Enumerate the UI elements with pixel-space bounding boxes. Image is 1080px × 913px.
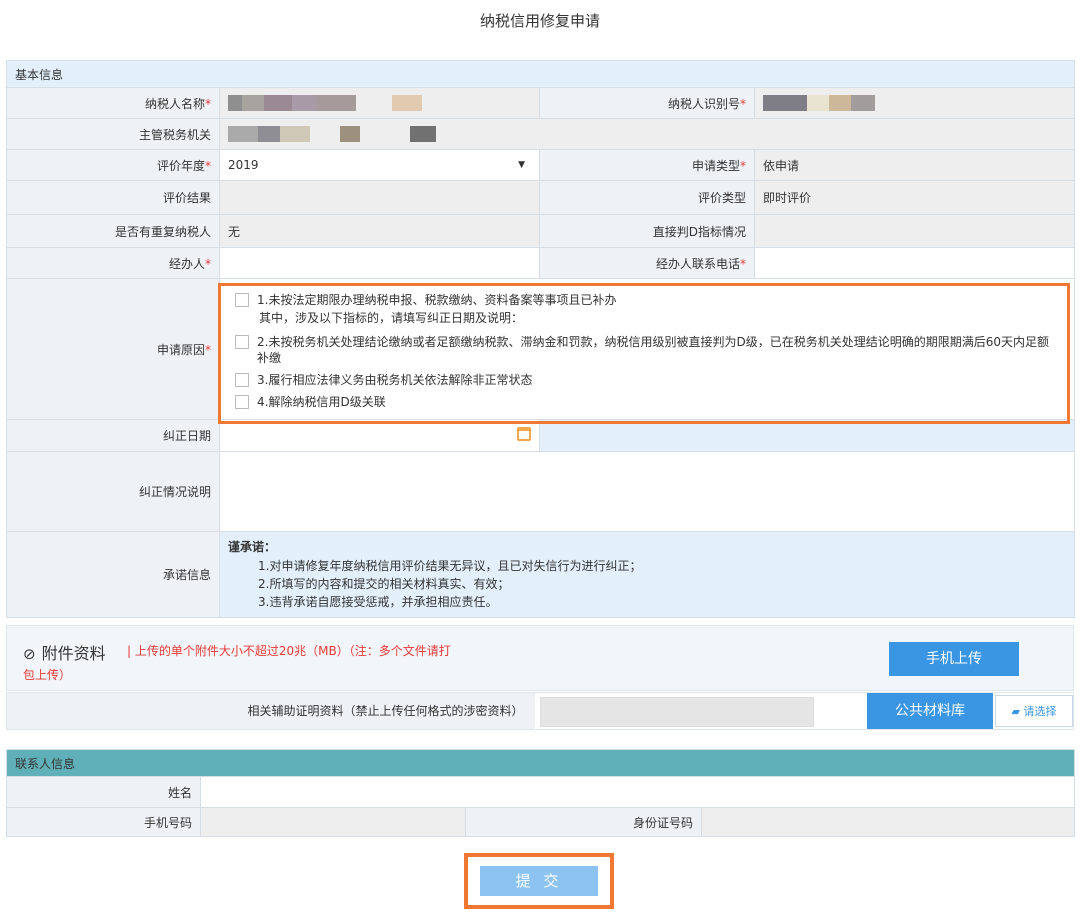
promise-content: 谨承诺： 1.对申请修复年度纳税信用评价结果无异议，且已对失信行为进行纠正； 2… — [218, 531, 1076, 618]
reason-option-1[interactable]: 1.未按法定期限办理纳税申报、税款缴纳、资料备案等事项且已补办 — [235, 292, 1059, 308]
public-library-button[interactable]: 公共材料库 — [867, 693, 993, 729]
correct-date-spacer — [538, 419, 1076, 452]
reason-checkbox-3[interactable] — [235, 373, 249, 387]
submit-button[interactable]: 提 交 — [480, 866, 598, 896]
promise-title: 谨承诺： — [228, 540, 277, 554]
eval-type-label: 评价类型 — [539, 180, 755, 215]
reason-option-label: 2.未按税务机关处理结论缴纳或者足额缴纳税款、滞纳金和罚款，纳税信用级别被直接判… — [257, 335, 1049, 365]
year-label: 评价年度* — [6, 149, 220, 181]
submit-highlight: 提 交 — [464, 853, 614, 909]
year-select[interactable]: 2019 ▼ — [219, 149, 540, 181]
choose-file-button[interactable]: ▰ 请选择 — [995, 695, 1073, 727]
reason-option-label: 4.解除纳税信用D级关联 — [257, 395, 386, 409]
correct-desc-label: 纠正情况说明 — [6, 451, 220, 532]
reason-checkbox-4[interactable] — [235, 395, 249, 409]
contact-info-table: 联系人信息 姓名 手机号码 身份证号码 — [5, 749, 1076, 837]
taxpayer-id-value — [753, 87, 1076, 119]
reason-option-label: 3.履行相应法律义务由税务机关依法解除非正常状态 — [257, 373, 533, 387]
reason-label: 申请原因* — [6, 278, 220, 420]
page-title: 纳税信用修复申请 — [479, 12, 600, 30]
calendar-icon[interactable] — [517, 427, 531, 441]
agent-input[interactable] — [219, 247, 540, 279]
result-label: 评价结果 — [6, 180, 220, 215]
supporting-docs-label: 相关辅助证明资料（禁止上传任何格式的涉密资料） — [7, 693, 535, 729]
taxpayer-id-label: 纳税人识别号* — [539, 87, 755, 119]
reason-options-highlight: 1.未按法定期限办理纳税申报、税款缴纳、资料备案等事项且已补办 其中，涉及以下指… — [218, 283, 1070, 424]
contact-name-input[interactable] — [199, 776, 1076, 808]
reason-checkbox-1[interactable] — [235, 293, 249, 307]
agent-label: 经办人* — [6, 247, 220, 279]
authority-label: 主管税务机关 — [6, 118, 220, 150]
mobile-upload-button[interactable]: 手机上传 — [889, 642, 1019, 676]
taxpayer-name-label: 纳税人名称* — [6, 87, 220, 119]
direct-d-value — [753, 214, 1076, 248]
correct-date-label: 纠正日期 — [6, 419, 220, 452]
chevron-down-icon: ▼ — [518, 160, 525, 170]
reason-option-label: 1.未按法定期限办理纳税申报、税款缴纳、资料备案等事项且已补办 — [257, 293, 617, 307]
attachment-size-note: | 上传的单个附件大小不超过20兆（MB）（注：多个文件请打 — [127, 644, 451, 658]
paperclip-icon: ⊘ — [23, 645, 36, 663]
reason-subnote: 其中，涉及以下指标的，请填写纠正日期及说明： — [259, 311, 524, 325]
contact-id-value — [700, 807, 1076, 837]
reason-option-2[interactable]: 2.未按税务机关处理结论缴纳或者足额缴纳税款、滞纳金和罚款，纳税信用级别被直接判… — [225, 334, 1059, 366]
apply-type-label: 申请类型* — [539, 149, 755, 181]
promise-item: 1.对申请修复年度纳税信用评价结果无异议，且已对失信行为进行纠正； — [258, 559, 642, 573]
basic-info-header: 基本信息 — [5, 60, 1076, 88]
repeat-taxpayer-label: 是否有重复纳税人 — [6, 214, 220, 248]
direct-d-label: 直接判D指标情况 — [539, 214, 755, 248]
contact-phone-value — [200, 807, 466, 837]
promise-item: 2.所填写的内容和提交的相关材料真实、有效； — [258, 577, 510, 591]
result-value — [219, 180, 540, 215]
attachments-title: ⊘ 附件资料 — [23, 644, 106, 663]
contact-info-header: 联系人信息 — [5, 749, 1076, 777]
contact-name-label: 姓名 — [6, 776, 201, 808]
agent-phone-label: 经办人联系电话* — [539, 247, 755, 279]
promise-item: 3.违背承诺自愿接受惩戒，并承担相应责任。 — [258, 595, 498, 609]
contact-id-label: 身份证号码 — [465, 807, 702, 837]
promise-label: 承诺信息 — [6, 531, 220, 618]
contact-phone-label: 手机号码 — [6, 807, 201, 837]
reason-checkbox-2[interactable] — [235, 335, 249, 349]
folder-icon: ▰ — [1011, 705, 1020, 718]
correct-date-input[interactable] — [219, 419, 540, 452]
attachments-section: ⊘ 附件资料 | 上传的单个附件大小不超过20兆（MB）（注：多个文件请打 包上传… — [6, 625, 1074, 691]
authority-value — [218, 118, 1076, 150]
year-select-value: 2019 — [228, 158, 259, 172]
repeat-taxpayer-value: 无 — [219, 214, 540, 248]
taxpayer-name-value — [219, 87, 540, 119]
agent-phone-input[interactable] — [753, 247, 1076, 279]
apply-type-value: 依申请 — [753, 149, 1076, 181]
reason-option-3[interactable]: 3.履行相应法律义务由税务机关依法解除非正常状态 — [235, 372, 1059, 388]
correct-desc-textarea[interactable] — [218, 451, 1076, 532]
supporting-docs-field[interactable] — [540, 697, 814, 727]
supporting-docs-row: 相关辅助证明资料（禁止上传任何格式的涉密资料） 公共材料库 ▰ 请选择 — [6, 692, 1074, 730]
reason-option-4[interactable]: 4.解除纳税信用D级关联 — [235, 394, 1059, 410]
eval-type-value: 即时评价 — [753, 180, 1076, 215]
attachment-size-note-cont: 包上传） — [23, 668, 72, 682]
